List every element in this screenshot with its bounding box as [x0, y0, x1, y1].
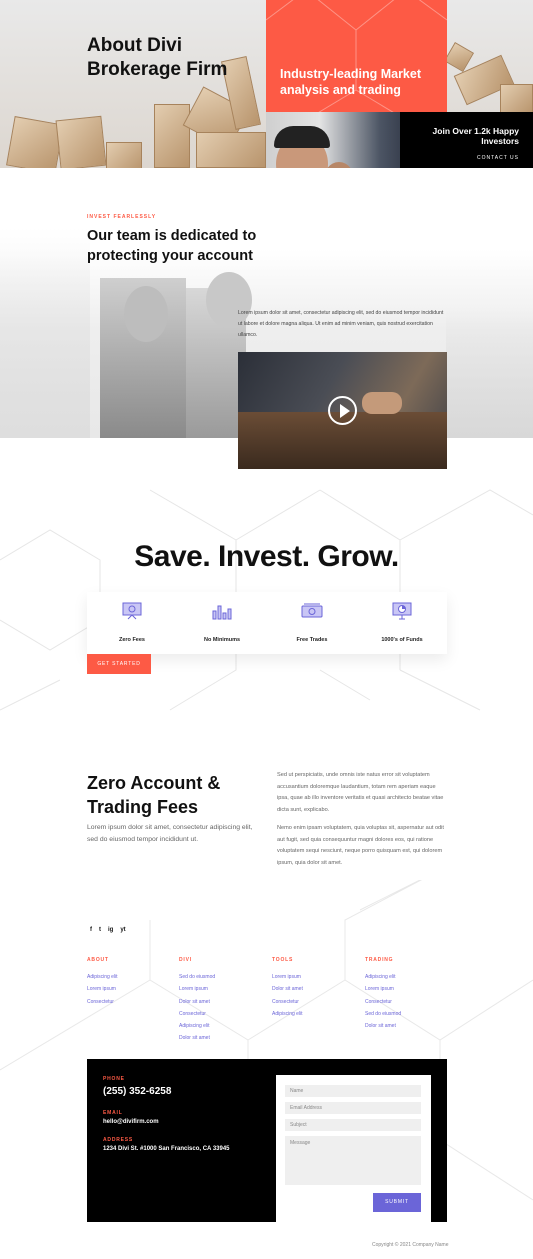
footer-link[interactable]: Lorem ipsum	[365, 983, 401, 995]
person-hair	[274, 126, 330, 148]
fees-paragraph: Sed ut perspiciatis, unde omnis iste nat…	[277, 772, 444, 813]
investors-text: Join Over 1.2k Happy Investors	[432, 126, 519, 146]
hero-title: About Divi Brokerage Firm	[87, 35, 228, 80]
wood-block	[55, 115, 107, 168]
email-label: EMAIL	[103, 1110, 123, 1116]
features-card: Zero Fees No Minimums Free Trades 1000's…	[87, 592, 447, 654]
footer-link[interactable]: Adipiscing elit	[365, 971, 401, 983]
footer-link[interactable]: Consectetur	[365, 996, 401, 1008]
section-kicker: INVEST FEARLESSLY	[87, 214, 157, 220]
feature-label: Zero Fees	[119, 637, 145, 643]
feature-label: 1000's of Funds	[381, 637, 423, 643]
wood-block	[196, 132, 266, 168]
footer-column-trading: TRADING Adipiscing elit Lorem ipsum Cons…	[365, 957, 401, 1032]
feature-free-trades: Free Trades	[267, 602, 357, 643]
handshake	[362, 392, 402, 414]
footer-column-heading: DIVI	[179, 957, 192, 963]
email-address[interactable]: hello@divifirm.com	[103, 1119, 159, 1125]
footer-link[interactable]: Lorem ipsum	[87, 983, 118, 995]
name-field[interactable]: Name	[285, 1085, 421, 1097]
monitor-chart-icon	[392, 602, 412, 620]
footer-link[interactable]: Lorem ipsum	[179, 983, 215, 995]
grow-title: Save. Invest. Grow.	[134, 540, 399, 573]
fees-paragraph: Nemo enim ipsam voluptatem, quia volupta…	[277, 825, 444, 866]
wood-block	[500, 84, 533, 114]
presentation-board-icon	[122, 602, 142, 620]
footer-link[interactable]: Consectetur	[179, 1008, 215, 1020]
footer-column-divi: DIVI Sed do eiusmod Lorem ipsum Dolor si…	[179, 957, 215, 1045]
orange-callout: Industry-leading Market analysis and tra…	[266, 0, 447, 112]
footer-link[interactable]: Adipiscing elit	[87, 971, 118, 983]
footer-link[interactable]: Dolor sit amet	[365, 1020, 401, 1032]
fees-paragraphs: Sed ut perspiciatis, unde omnis iste nat…	[277, 770, 447, 869]
contact-us-link[interactable]: CONTACT US	[400, 155, 519, 161]
instagram-icon[interactable]: ig	[108, 927, 113, 933]
social-links: f t ig yt	[90, 927, 126, 933]
footer-link[interactable]: Adipiscing elit	[272, 1008, 303, 1020]
wood-block	[106, 142, 142, 168]
orange-callout-text: Industry-leading Market analysis and tra…	[280, 67, 421, 97]
footer-link[interactable]: Dolor sit amet	[272, 983, 303, 995]
footer-column-heading: TOOLS	[272, 957, 294, 963]
footer-column-tools: TOOLS Lorem ipsum Dolor sit amet Consect…	[272, 957, 303, 1020]
feature-funds: 1000's of Funds	[357, 602, 447, 643]
footer-link[interactable]: Consectetur	[272, 996, 303, 1008]
fees-heading: Zero Account & Trading Fees	[87, 773, 221, 817]
wood-block	[154, 104, 190, 168]
fees-body: Lorem ipsum dolor sit amet, consectetur …	[87, 824, 253, 843]
video-player[interactable]	[238, 352, 447, 469]
footer-link[interactable]: Consectetur	[87, 996, 118, 1008]
email-field[interactable]: Email Address	[285, 1102, 421, 1114]
team-body: Lorem ipsum dolor sit amet, consectetur …	[238, 310, 444, 338]
twitter-icon[interactable]: t	[99, 927, 101, 933]
feature-label: No Minimums	[203, 637, 241, 643]
footer-link[interactable]: Adipiscing elit	[179, 1020, 215, 1032]
city-blur	[0, 228, 90, 438]
get-started-button[interactable]: GET STARTED	[87, 654, 151, 674]
submit-button[interactable]: SUBMIT	[373, 1193, 421, 1212]
feature-zero-fees: Zero Fees	[87, 602, 177, 643]
subject-field[interactable]: Subject	[285, 1119, 421, 1131]
message-field[interactable]: Message	[285, 1136, 421, 1185]
address-label: ADDRESS	[103, 1137, 134, 1143]
copyright: Copyright © 2021 Company Name	[372, 1242, 449, 1248]
phone-number[interactable]: (255) 352-6258	[103, 1086, 171, 1097]
phone-label: PHONE	[103, 1076, 125, 1082]
footer-column-heading: ABOUT	[87, 957, 109, 963]
team-heading: Our team is dedicated to protecting your…	[87, 228, 257, 264]
feature-label: Free Trades	[296, 637, 328, 643]
footer-link[interactable]: Dolor sit amet	[179, 996, 215, 1008]
address-text: 1234 Divi St. #1000 San Francisco, CA 33…	[103, 1146, 230, 1152]
cash-icon	[301, 603, 323, 618]
footer-link[interactable]: Sed do eiusmod	[365, 1008, 401, 1020]
investors-box: Join Over 1.2k Happy Investors CONTACT U…	[400, 112, 533, 168]
play-icon[interactable]	[328, 396, 357, 425]
contact-panel: PHONE (255) 352-6258 EMAIL hello@divifir…	[87, 1059, 447, 1222]
footer-column-about: ABOUT Adipiscing elit Lorem ipsum Consec…	[87, 957, 118, 1008]
footer-link[interactable]: Lorem ipsum	[272, 971, 303, 983]
contact-form: Name Email Address Subject Message SUBMI…	[276, 1075, 431, 1222]
footer-link[interactable]: Dolor sit amet	[179, 1032, 215, 1044]
footer-column-heading: TRADING	[365, 957, 394, 963]
bw-person-face	[124, 286, 168, 342]
footer-link[interactable]: Sed do eiusmod	[179, 971, 215, 983]
feature-no-minimums: No Minimums	[177, 602, 267, 643]
facebook-icon[interactable]: f	[90, 927, 92, 933]
bar-chart-icon	[212, 605, 232, 620]
city-blur	[446, 308, 533, 438]
youtube-icon[interactable]: yt	[120, 927, 125, 933]
